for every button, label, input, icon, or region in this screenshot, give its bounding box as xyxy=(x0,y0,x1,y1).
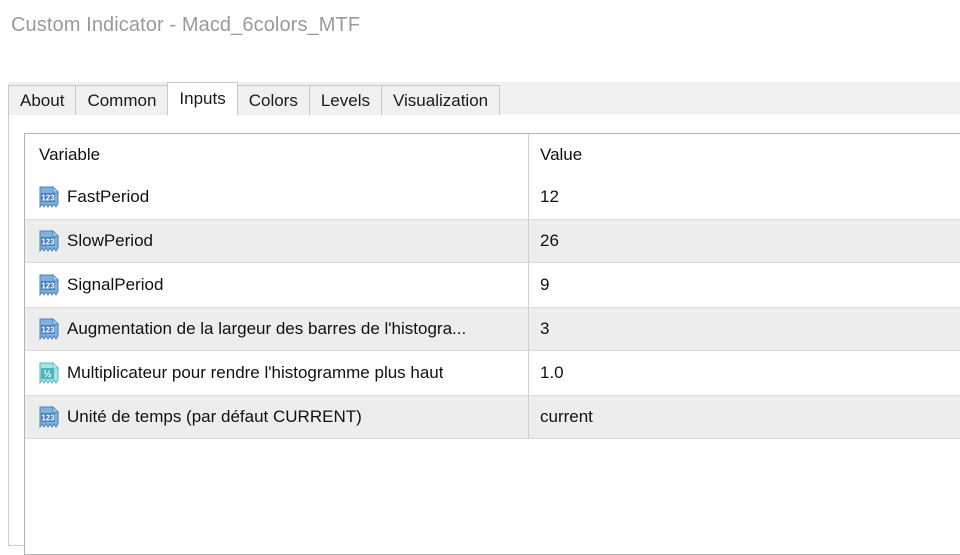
column-header-variable-cell[interactable]: Variable xyxy=(25,134,528,175)
table-row[interactable]: 123 Augmentation de la largeur des barre… xyxy=(25,307,960,351)
tab-common[interactable]: Common xyxy=(75,85,169,115)
tab-inputs[interactable]: Inputs xyxy=(167,82,238,116)
tab-colors[interactable]: Colors xyxy=(236,85,310,115)
double-type-icon: ½ xyxy=(39,361,59,385)
value-cell[interactable]: 1.0 xyxy=(528,351,960,395)
integer-type-icon: 123 xyxy=(39,229,59,253)
table-row[interactable]: 123 SignalPeriod 9 xyxy=(25,263,960,307)
variable-cell[interactable]: 123 FastPeriod xyxy=(25,175,528,219)
variable-cell[interactable]: 123 SignalPeriod xyxy=(25,263,528,307)
value-cell[interactable]: 9 xyxy=(528,263,960,307)
value-text: 1.0 xyxy=(540,363,564,382)
variable-name: Unité de temps (par défaut CURRENT) xyxy=(67,407,362,426)
page-title: Custom Indicator - Macd_6colors_MTF xyxy=(11,14,361,36)
value-text: 26 xyxy=(540,231,559,250)
integer-type-icon: 123 xyxy=(39,185,59,209)
tab-strip: About Common Inputs Colors Levels Visual… xyxy=(8,82,960,116)
column-header-variable: Variable xyxy=(39,144,101,164)
svg-text:123: 123 xyxy=(41,413,55,422)
value-text: 12 xyxy=(540,187,559,206)
table-row[interactable]: 123 FastPeriod 12 xyxy=(25,175,960,219)
value-text: 9 xyxy=(540,275,550,294)
tab-visualization[interactable]: Visualization xyxy=(380,85,501,115)
value-cell[interactable]: 12 xyxy=(528,175,960,219)
column-header-value-cell[interactable]: Value xyxy=(528,134,960,175)
table-row[interactable]: ½ Multiplicateur pour rendre l'histogram… xyxy=(25,351,960,395)
integer-type-icon: 123 xyxy=(39,317,59,341)
variable-cell[interactable]: ½ Multiplicateur pour rendre l'histogram… xyxy=(25,351,528,395)
svg-text:½: ½ xyxy=(43,368,51,379)
svg-text:123: 123 xyxy=(41,193,55,202)
value-cell[interactable]: 3 xyxy=(528,308,960,350)
variable-cell[interactable]: 123 Augmentation de la largeur des barre… xyxy=(25,308,528,350)
tab-levels[interactable]: Levels xyxy=(308,85,382,115)
value-cell[interactable]: 26 xyxy=(528,220,960,262)
tab-list: About Common Inputs Colors Levels Visual… xyxy=(8,82,501,116)
variable-cell[interactable]: 123 Unité de temps (par défaut CURRENT) xyxy=(25,396,528,438)
table-empty-area[interactable] xyxy=(25,439,960,554)
parameters-table[interactable]: Variable Value 123 FastPeriod 12 123 Slo… xyxy=(24,133,960,555)
svg-text:123: 123 xyxy=(41,237,55,246)
variable-cell[interactable]: 123 SlowPeriod xyxy=(25,220,528,262)
variable-name: SignalPeriod xyxy=(67,275,164,294)
value-cell[interactable]: current xyxy=(528,396,960,438)
table-row[interactable]: 123 Unité de temps (par défaut CURRENT) … xyxy=(25,395,960,439)
table-header-row: Variable Value xyxy=(25,134,960,175)
inputs-panel: Variable Value 123 FastPeriod 12 123 Slo… xyxy=(8,114,960,555)
value-text: 3 xyxy=(540,319,550,338)
custom-indicator-dialog: Custom Indicator - Macd_6colors_MTF Abou… xyxy=(0,0,960,555)
variable-name: Multiplicateur pour rendre l'histogramme… xyxy=(67,363,444,382)
column-header-value: Value xyxy=(540,144,583,164)
integer-type-icon: 123 xyxy=(39,273,59,297)
variable-name: FastPeriod xyxy=(67,187,150,206)
variable-name: SlowPeriod xyxy=(67,231,153,250)
svg-text:123: 123 xyxy=(41,281,55,290)
tab-about[interactable]: About xyxy=(8,85,77,115)
table-row[interactable]: 123 SlowPeriod 26 xyxy=(25,219,960,263)
variable-name: Augmentation de la largeur des barres de… xyxy=(67,319,467,338)
integer-type-icon: 123 xyxy=(39,405,59,429)
value-text: current xyxy=(540,407,593,426)
svg-text:123: 123 xyxy=(41,325,55,334)
